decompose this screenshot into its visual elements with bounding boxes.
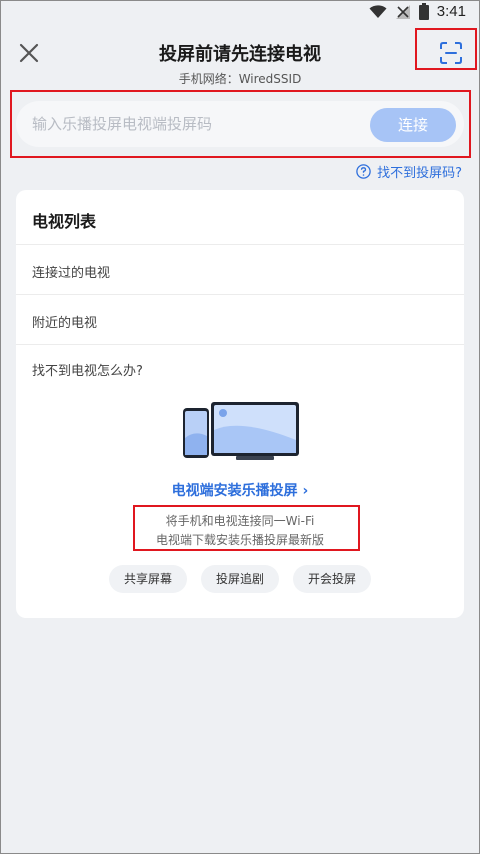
status-icons: 3:41	[369, 3, 466, 20]
tip-same-wifi: 将手机和电视连接同一Wi-Fi	[165, 514, 315, 528]
tv-list-title: 电视列表	[32, 212, 97, 231]
wifi-icon	[369, 4, 387, 18]
list-item-connected-tvs[interactable]: 连接过的电视	[16, 244, 464, 294]
chip-cast-shows[interactable]: 投屏追剧	[201, 565, 279, 593]
list-item-nearby-tvs[interactable]: 附近的电视	[16, 294, 464, 344]
divider	[16, 344, 464, 345]
status-time: 3:41	[436, 3, 466, 20]
code-input-container: 连接	[16, 101, 464, 147]
tip-install-latest: 电视端下载安装乐播投屏最新版	[155, 533, 324, 547]
chevron-right-icon: ›	[297, 483, 309, 499]
signal-off-icon	[395, 4, 410, 19]
cant-find-code-label: 找不到投屏码?	[377, 166, 462, 181]
tv-list-card: 电视列表 连接过的电视 附近的电视 找不到电视怎么办? 电视端安装乐播投屏 › …	[16, 190, 464, 618]
cant-find-code-link[interactable]: 找不到投屏码?	[356, 162, 462, 181]
install-tv-app-label: 电视端安装乐播投屏	[171, 483, 298, 499]
list-item-label: 连接过的电视	[32, 266, 111, 281]
connect-button[interactable]: 连接	[370, 108, 456, 142]
chip-meeting-cast[interactable]: 开会投屏	[293, 565, 371, 593]
chip-share-screen[interactable]: 共享屏幕	[109, 565, 187, 593]
cast-code-input[interactable]	[32, 101, 362, 147]
page-title: 投屏前请先连接电视	[159, 44, 321, 65]
status-bar: 3:41	[0, 0, 480, 26]
install-tv-app-link[interactable]: 电视端安装乐播投屏 ›	[16, 480, 464, 500]
list-item-label: 附近的电视	[32, 316, 98, 331]
phone-tv-illustration	[183, 402, 299, 460]
battery-icon	[418, 3, 429, 20]
scan-icon[interactable]	[440, 42, 462, 64]
scenario-chips: 共享屏幕 投屏追剧 开会投屏	[16, 565, 464, 593]
network-subtitle: 手机网络：WiredSSID	[178, 72, 302, 86]
no-tv-help-question: 找不到电视怎么办?	[32, 364, 143, 379]
question-circle-icon	[356, 164, 371, 179]
